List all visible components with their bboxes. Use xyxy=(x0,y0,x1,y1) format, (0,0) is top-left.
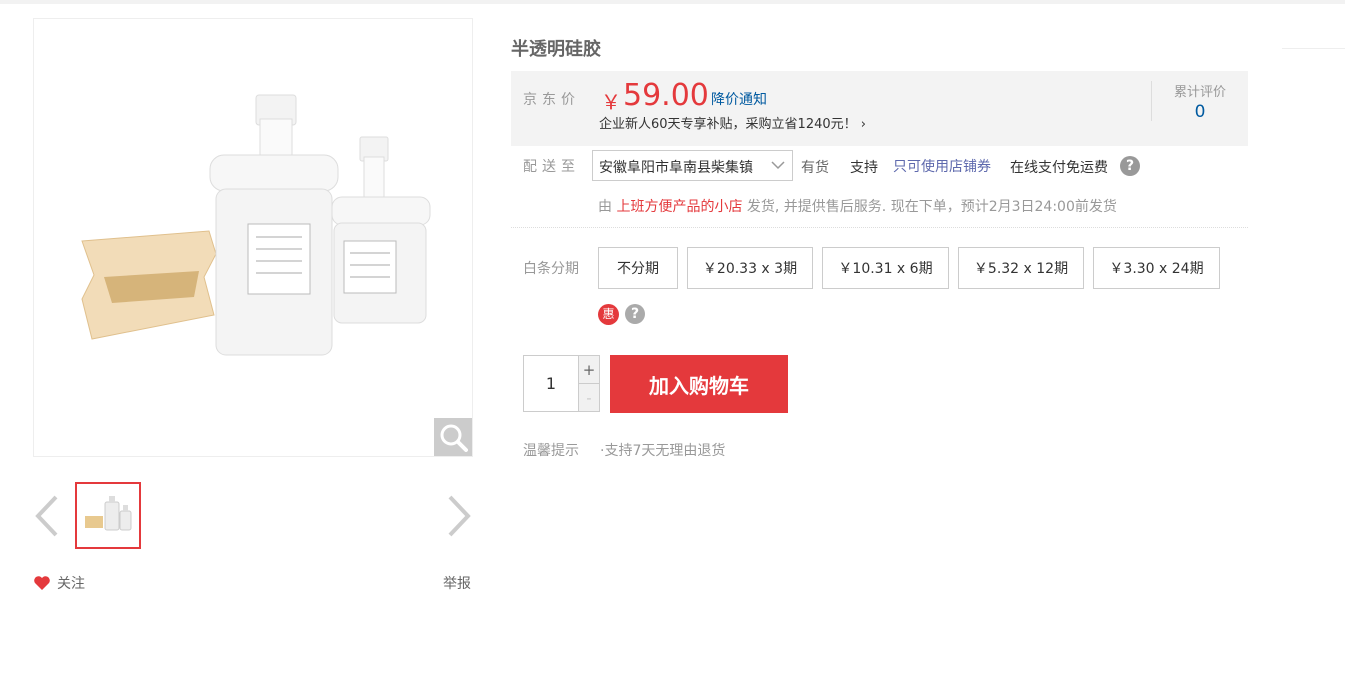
installment-option[interactable]: ￥5.32 x 12期 xyxy=(958,247,1084,289)
baitiao-label: 白条分期 xyxy=(523,261,579,277)
support-label: 支持 xyxy=(850,160,878,176)
review-summary[interactable]: 累计评价 0 xyxy=(1151,81,1248,122)
zoom-icon[interactable] xyxy=(434,418,472,456)
price-panel: 京东价 ￥ 59.00 降价通知 企业新人60天专享补贴，采购立省1240元！ … xyxy=(511,71,1248,146)
product-photo xyxy=(81,94,431,356)
help-icon[interactable]: ? xyxy=(625,304,645,324)
stock-status: 有货 xyxy=(801,160,829,176)
thumbnail-image[interactable] xyxy=(75,482,141,549)
installment-option[interactable]: ￥10.31 x 6期 xyxy=(822,247,949,289)
installment-option[interactable]: 不分期 xyxy=(598,247,678,289)
quantity-input[interactable]: 1 xyxy=(524,356,578,411)
quantity-decrease-button[interactable]: - xyxy=(579,384,599,412)
help-icon[interactable]: ? xyxy=(1120,156,1140,176)
promo-text[interactable]: 企业新人60天专享补贴，采购立省1240元！ › xyxy=(599,113,866,132)
shipping-row: 配送至 安徽阜阳市阜南县柴集镇 有货 支持 只可使用店铺券 在线支付免运费 ? xyxy=(511,150,1248,181)
address-selector[interactable]: 安徽阜阳市阜南县柴集镇 xyxy=(592,150,793,181)
add-to-cart-button[interactable]: 加入购物车 xyxy=(610,355,788,413)
price-value: 59.00 xyxy=(623,78,709,113)
follow-label: 关注 xyxy=(57,576,85,592)
return-policy-text: ·支持7天无理由退货 xyxy=(600,443,726,459)
shop-link[interactable]: 上班方便产品的小店 xyxy=(616,199,742,215)
heart-icon xyxy=(34,576,50,590)
discount-icon[interactable]: 惠 xyxy=(598,304,619,325)
quantity-stepper[interactable]: 1 + - xyxy=(523,355,600,412)
free-shipping-text: 在线支付免运费 xyxy=(1010,160,1108,176)
follow-button[interactable]: 关注 xyxy=(33,573,85,593)
product-main-image[interactable] xyxy=(33,18,473,457)
price-label: 京东价 xyxy=(523,92,580,108)
section-divider xyxy=(511,227,1248,228)
review-title: 累计评价 xyxy=(1173,85,1226,100)
installment-option[interactable]: ￥20.33 x 3期 xyxy=(687,247,813,289)
address-text: 安徽阜阳市阜南县柴集镇 xyxy=(599,160,753,176)
installment-option[interactable]: ￥3.30 x 24期 xyxy=(1093,247,1220,289)
tips-label: 温馨提示 xyxy=(523,443,579,459)
chevron-right-icon[interactable] xyxy=(446,495,472,537)
shipping-label: 配送至 xyxy=(523,159,580,175)
top-bar xyxy=(0,0,1345,4)
price-drop-notice-link[interactable]: 降价通知 xyxy=(711,89,767,109)
quantity-increase-button[interactable]: + xyxy=(579,356,599,384)
report-link[interactable]: 举报 xyxy=(443,573,471,593)
seller-info: 由 上班方便产品的小店 发货, 并提供售后服务. 现在下单，预计2月3日24:0… xyxy=(598,196,1117,216)
divider xyxy=(1282,48,1345,49)
chevron-left-icon[interactable] xyxy=(34,495,60,537)
product-title: 半透明硅胶 xyxy=(511,39,601,60)
coupon-link[interactable]: 只可使用店铺券 xyxy=(893,156,991,176)
currency-symbol: ￥ xyxy=(601,90,621,114)
review-count: 0 xyxy=(1194,102,1206,122)
chevron-down-icon xyxy=(771,161,785,170)
seller-prefix: 由 xyxy=(598,199,612,215)
delivery-text: 发货, 并提供售后服务. 现在下单，预计2月3日24:00前发货 xyxy=(746,199,1117,215)
